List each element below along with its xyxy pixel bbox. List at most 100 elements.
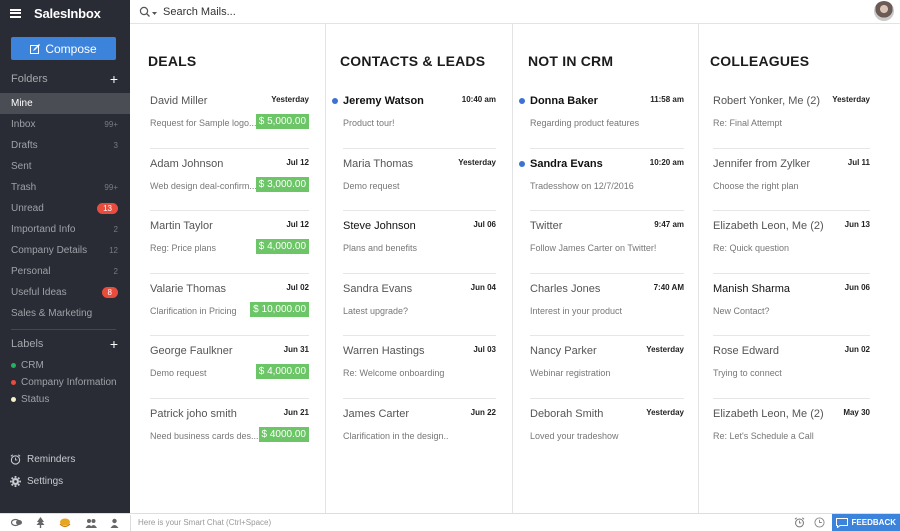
tree-icon[interactable] xyxy=(36,517,45,528)
mail-list-item[interactable]: Rose Edward Jun 02 Trying to connect xyxy=(713,336,870,399)
settings-link[interactable]: Settings xyxy=(10,476,63,487)
sender-name: Warren Hastings xyxy=(343,345,425,358)
sender-name: Donna Baker xyxy=(530,95,598,107)
search-input[interactable] xyxy=(163,5,463,18)
folder-item-company-details[interactable]: Company Details 12 xyxy=(0,240,130,261)
mail-list-item[interactable]: James Carter Jun 22 Clarification in the d… xyxy=(343,399,496,462)
mail-list-item[interactable]: Warren Hastings Jul 03 Re: Welcome onboard… xyxy=(343,336,496,399)
mail-date: 9:47 am xyxy=(654,220,684,230)
folders-title: Folders xyxy=(11,73,48,85)
mail-date: Yesterday xyxy=(646,407,684,417)
smart-chat-input[interactable] xyxy=(130,514,790,531)
mail-subject: New Contact? xyxy=(713,305,770,316)
folder-item-sent[interactable]: Sent xyxy=(0,156,130,177)
mail-list-item[interactable]: Jeremy Watson 10:40 am Product tour! xyxy=(332,86,496,149)
mail-list-item[interactable]: Adam Johnson Jul 12 Web design deal-confir… xyxy=(150,149,309,212)
label-text: CRM xyxy=(21,360,44,371)
mail-list-item[interactable]: Valarie Thomas Jul 02 Clarification in Pri… xyxy=(150,274,309,337)
label-item-status[interactable]: Status xyxy=(0,391,130,408)
clock-icon[interactable] xyxy=(810,517,830,528)
mail-list-item[interactable]: Steve Johnson Jul 06 Plans and benefits xyxy=(343,211,496,274)
compose-button[interactable]: Compose xyxy=(11,37,116,60)
mail-list-item[interactable]: Nancy Parker Yesterday Webinar registratio… xyxy=(530,336,684,399)
mail-subject: Interest in your product xyxy=(530,305,623,316)
mail-date: Jun 02 xyxy=(844,345,870,355)
chat-bubbles-icon[interactable] xyxy=(10,518,23,527)
mail-list-item[interactable]: Charles Jones 7:40 AM Interest in your pro… xyxy=(530,274,684,337)
hamburger-menu-icon[interactable] xyxy=(10,8,21,18)
add-folder-icon[interactable]: + xyxy=(110,72,118,86)
mail-list-item[interactable]: Patrick joho smith Jun 21 Need business ca… xyxy=(150,399,309,462)
mail-list-item[interactable]: David Miller Yesterday Request for Sample … xyxy=(150,86,309,149)
mail-subject: Demo request xyxy=(150,368,207,379)
mail-list-item[interactable]: Donna Baker 11:58 am Regarding product fea… xyxy=(519,86,684,149)
mail-list-item[interactable]: Twitter 9:47 am Follow James Carter on Twi… xyxy=(530,211,684,274)
folder-item-personal[interactable]: Personal 2 xyxy=(0,261,130,282)
mail-subject: Web design deal-confirm... xyxy=(150,180,257,191)
mail-list-item[interactable]: George Faulkner Jun 31 Demo request $ 4,000… xyxy=(150,336,309,399)
deal-amount-badge: $ 10,000.00 xyxy=(250,301,309,317)
mail-list-item[interactable]: Robert Yonker, Me (2) Yesterday Re: Final … xyxy=(713,86,870,149)
sender-name: George Faulkner xyxy=(150,345,233,358)
mail-list-item[interactable]: Maria Thomas Yesterday Demo request xyxy=(343,149,496,212)
mail-subject: Clarification in Pricing xyxy=(150,305,237,316)
label-color-dot xyxy=(11,363,16,368)
user-icon[interactable] xyxy=(110,518,119,528)
label-text: Company Information xyxy=(21,377,117,388)
column-contacts-leads: CONTACTS & LEADS Jeremy Watson 10:40 am Pr… xyxy=(326,24,513,513)
mail-date: Jul 11 xyxy=(847,157,870,167)
feedback-label: FEEDBACK xyxy=(851,518,896,527)
user-avatar[interactable] xyxy=(874,1,894,21)
mail-date: Jul 12 xyxy=(286,220,309,230)
folder-item-mine[interactable]: Mine xyxy=(0,93,130,114)
feedback-button[interactable]: FEEDBACK xyxy=(831,513,900,531)
mail-subject: Re: Final Attempt xyxy=(713,118,783,128)
sidebar-divider xyxy=(11,329,116,330)
mail-list-item[interactable]: Sandra Evans 10:20 am Tradesshow on 12/7/2… xyxy=(519,149,684,212)
mail-date: Jun 13 xyxy=(844,220,870,230)
mail-subject: Tradesshow on 12/7/2016 xyxy=(530,180,634,191)
label-item-company-information[interactable]: Company Information xyxy=(0,374,130,391)
mail-list-item[interactable]: Elizabeth Leon, Me (2) Jun 13 Re: Quick qu… xyxy=(713,211,870,274)
alarm-clock-icon[interactable] xyxy=(790,517,810,528)
mail-list-item[interactable]: Sandra Evans Jun 04 Latest upgrade? xyxy=(343,274,496,337)
reminders-link[interactable]: Reminders xyxy=(10,454,75,465)
search-options[interactable] xyxy=(139,6,157,18)
label-item-crm[interactable]: CRM xyxy=(0,357,130,374)
sender-name: Robert Yonker, Me (2) xyxy=(713,95,821,107)
mail-subject: Plans and benefits xyxy=(343,243,418,254)
mail-list-item[interactable]: Jennifer from Zylker Jul 11 Choose the rig… xyxy=(713,149,870,212)
sender-name: Maria Thomas xyxy=(343,157,414,170)
unread-badge: 13 xyxy=(97,203,118,214)
bot-avatar-icon[interactable] xyxy=(59,518,71,528)
mail-subject: Re: Let's Schedule a Call xyxy=(713,430,814,441)
folder-label: Mine xyxy=(11,98,33,109)
sender-name: Jeremy Watson xyxy=(343,95,424,107)
mail-list-item[interactable]: Deborah Smith Yesterday Loved your tradesh… xyxy=(530,399,684,462)
folder-item-useful-ideas[interactable]: Useful Ideas 8 xyxy=(0,282,130,303)
folders-header: Folders + xyxy=(11,71,118,87)
folder-item-trash[interactable]: Trash 99+ xyxy=(0,177,130,198)
mail-date: 10:20 am xyxy=(649,157,684,167)
folder-label: Trash xyxy=(11,182,37,193)
folder-item-importand-info[interactable]: Importand Info 2 xyxy=(0,219,130,240)
mail-list-item[interactable]: Martin Taylor Jul 12 Reg: Price plans $ 4,0… xyxy=(150,211,309,274)
app-name: SalesInbox xyxy=(34,5,101,21)
compose-label: Compose xyxy=(45,41,97,56)
folder-item-drafts[interactable]: Drafts 3 xyxy=(0,135,130,156)
bottom-bar: FEEDBACK xyxy=(0,513,900,531)
folder-item-sales-marketing[interactable]: Sales & Marketing xyxy=(0,303,130,324)
folder-item-unread[interactable]: Unread 13 xyxy=(0,198,130,219)
sender-name: Charles Jones xyxy=(530,282,601,295)
group-icon[interactable] xyxy=(85,518,97,528)
mail-list-item[interactable]: Manish Sharma Jun 06 New Contact? xyxy=(713,274,870,337)
compose-icon xyxy=(30,43,41,54)
column-title: DEALS xyxy=(148,53,197,69)
mail-subject: Webinar registration xyxy=(530,368,611,379)
folder-item-inbox[interactable]: Inbox 99+ xyxy=(0,114,130,135)
mail-list-item[interactable]: Elizabeth Leon, Me (2) May 30 Re: Let's Sc… xyxy=(713,399,870,462)
add-label-icon[interactable]: + xyxy=(110,337,118,351)
folder-label: Importand Info xyxy=(11,224,76,235)
useful-ideas-badge: 8 xyxy=(101,287,118,298)
mail-subject: Re: Quick question xyxy=(713,243,790,254)
